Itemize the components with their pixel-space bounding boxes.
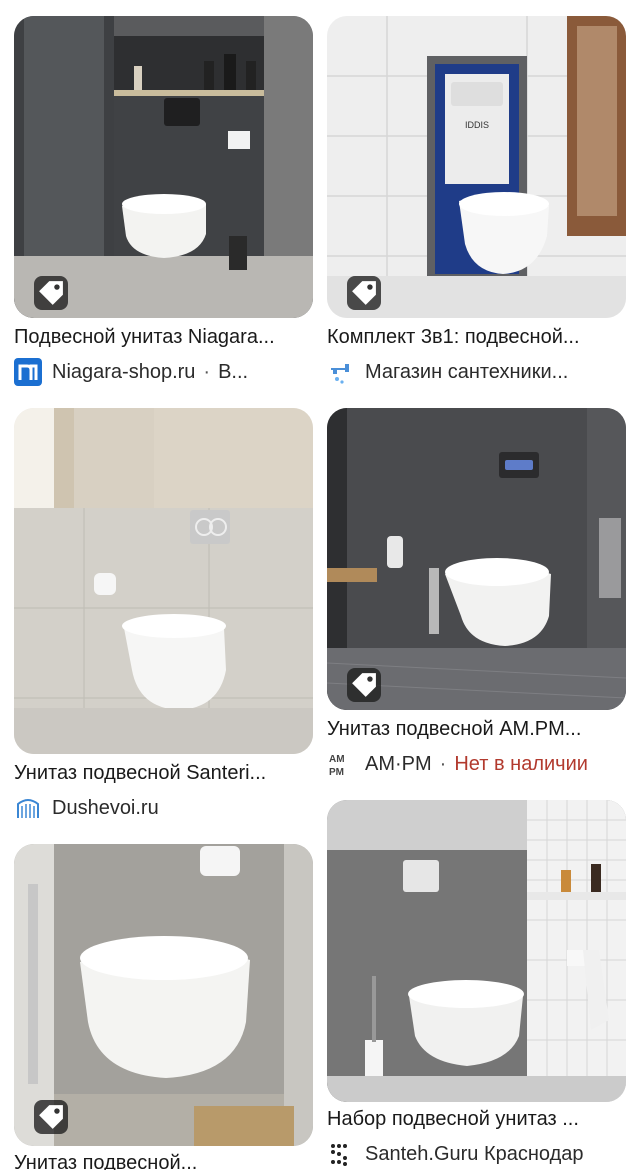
source-name: AM·PM [365,752,432,775]
result-card[interactable]: Унитаз подвесной... [14,844,313,1170]
result-source[interactable]: Магазин сантехники... [327,358,626,386]
faucet-logo-icon [327,358,355,386]
svg-text:AM: AM [329,754,345,765]
result-title[interactable]: Унитаз подвесной AM.PM... [327,718,626,741]
ampm-logo-icon: AM PM [327,750,355,778]
result-card[interactable]: Унитаз подвесной Santeri... Dushevoi.ru [14,408,313,828]
result-title[interactable]: Комплект 3в1: подвесной... [327,326,626,349]
result-image[interactable] [14,16,313,318]
price-tag-icon[interactable] [347,668,381,702]
source-name: Магазин сантехники... [365,360,569,383]
result-source[interactable]: AM PM AM·PM · Нет в наличии [327,750,626,779]
source-name: Dushevoi.ru [52,796,159,819]
result-title[interactable]: Унитаз подвесной Santeri... [14,762,313,785]
result-card[interactable]: Подвесной унитаз Niagara... Niagara-shop… [14,16,313,386]
result-title[interactable]: Унитаз подвесной... [14,1152,313,1170]
santeh-logo-icon [327,1140,355,1168]
source-name: Santeh.Guru Краснодар [365,1142,584,1165]
niagara-logo-icon [14,358,42,386]
price-tag-icon[interactable] [347,276,381,310]
source-extra: В... [218,360,249,383]
result-title[interactable]: Набор подвесной унитаз ... [327,1108,626,1131]
result-image[interactable] [14,408,313,754]
result-card[interactable]: IDDIS Комплект 3в1: подвесной... Магазин… [327,16,626,386]
result-card[interactable]: Унитаз подвесной AM.PM... AM PM AM·PM · Н… [327,408,626,788]
svg-text:PM: PM [329,767,344,778]
separator-dot: · [203,360,211,383]
source-name: Niagara-shop.ru [52,360,196,383]
price-tag-icon[interactable] [34,1100,68,1134]
result-source[interactable]: Santeh.Guru Краснодар [327,1140,626,1168]
result-source[interactable]: Niagara-shop.ru · В... [14,358,313,386]
dushevoi-logo-icon [14,794,42,822]
result-title[interactable]: Подвесной унитаз Niagara... [14,326,313,349]
result-card[interactable]: Набор подвесной унитаз ... Santeh.Guru К… [327,800,626,1170]
stock-status: Нет в наличии [454,752,588,775]
result-image[interactable] [327,800,626,1102]
separator-dot: · [439,752,447,775]
result-image[interactable]: IDDIS [327,16,626,318]
frame-brand-text: IDDIS [465,120,489,130]
result-image[interactable] [14,844,313,1146]
result-source[interactable]: Dushevoi.ru [14,794,313,822]
result-image[interactable] [327,408,626,710]
price-tag-icon[interactable] [34,276,68,310]
